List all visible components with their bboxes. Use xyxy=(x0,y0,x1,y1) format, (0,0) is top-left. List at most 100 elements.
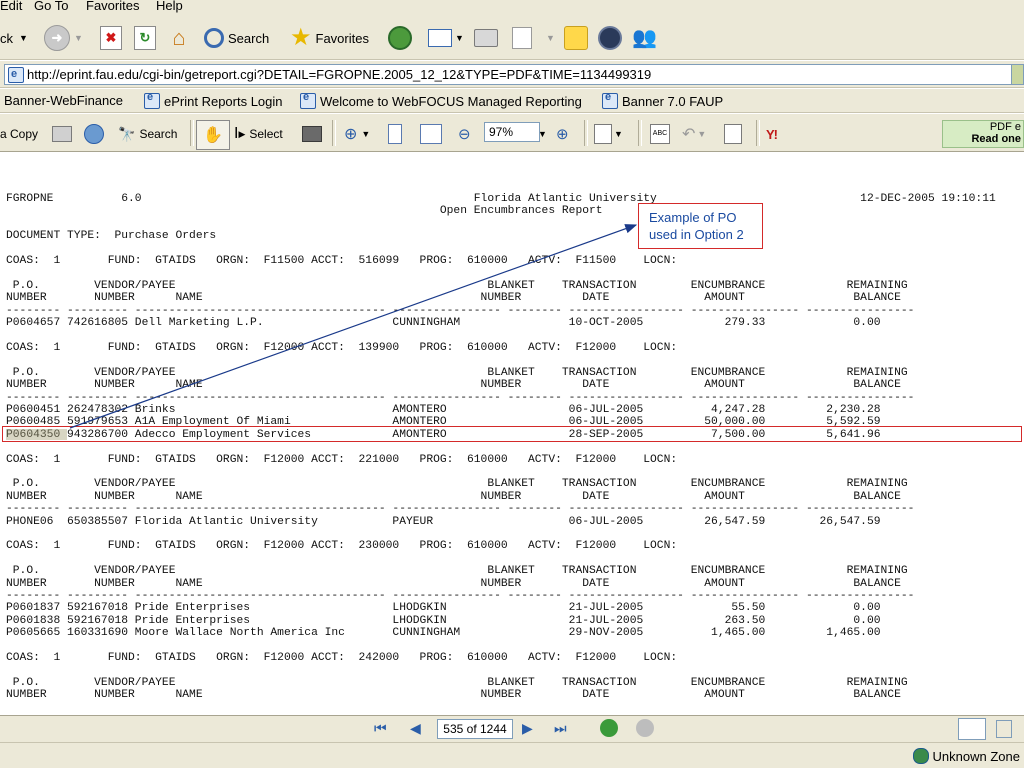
status-bar: Unknown Zone xyxy=(0,742,1024,768)
pdf-search-button[interactable]: 🔭 Search xyxy=(118,122,177,146)
back-button[interactable]: ck ▼ xyxy=(0,22,28,54)
previous-view-icon[interactable] xyxy=(600,719,618,737)
snapshot-button[interactable] xyxy=(302,122,322,146)
zoom-out-button[interactable]: ⊖ xyxy=(458,122,471,146)
page-icon xyxy=(602,91,618,109)
address-input[interactable]: http://eprint.fau.edu/cgi-bin/getreport.… xyxy=(4,64,1012,85)
forward-icon: ➜ xyxy=(44,25,70,51)
menu-bar: Edit Go To Favorites Help xyxy=(0,0,1024,16)
continuous-layout-icon[interactable] xyxy=(996,720,1012,738)
spellcheck-button[interactable]: ABC xyxy=(650,122,670,146)
page-icon xyxy=(144,91,160,109)
magnifier-icon: ⊕ xyxy=(344,126,358,143)
single-page-layout-icon[interactable] xyxy=(958,718,986,740)
page-number-input[interactable]: 535 of 1244 xyxy=(437,719,513,739)
link-eprint-login[interactable]: ePrint Reports Login xyxy=(144,91,283,109)
zoom-value: 97% xyxy=(489,125,514,139)
discuss-button[interactable] xyxy=(564,22,588,54)
zoom-tool-dropdown-icon[interactable]: ▼ xyxy=(361,129,370,139)
print-button[interactable] xyxy=(474,22,498,54)
printer-icon xyxy=(474,29,498,47)
copy-icon xyxy=(724,124,742,144)
search-button[interactable]: Search xyxy=(204,22,269,54)
forward-dropdown-icon[interactable]: ▼ xyxy=(74,33,83,43)
edit-doc-icon xyxy=(512,27,532,49)
select-label: Select xyxy=(249,127,283,141)
previous-page-icon[interactable]: ◀ xyxy=(410,720,421,737)
link-banner-faup[interactable]: Banner 7.0 FAUP xyxy=(602,91,724,109)
mail-dropdown-icon[interactable]: ▼ xyxy=(455,33,464,43)
search-icon xyxy=(204,28,224,48)
home-icon: ⌂ xyxy=(172,25,186,50)
link-webfocus[interactable]: Welcome to WebFOCUS Managed Reporting xyxy=(300,91,582,109)
next-view-icon[interactable] xyxy=(636,719,654,737)
separator xyxy=(584,120,588,146)
favorites-button[interactable]: ★ Favorites xyxy=(290,22,369,54)
ebook-banner[interactable]: PDF e Read one xyxy=(942,120,1024,148)
address-dropdown-icon[interactable] xyxy=(1011,64,1024,85)
rotate-page-icon xyxy=(594,124,612,144)
printer-icon xyxy=(52,126,72,142)
print-button[interactable] xyxy=(52,122,72,146)
ebook-line-1: PDF e xyxy=(989,121,1021,133)
messenger-button[interactable]: 👥 xyxy=(632,22,657,54)
media-button[interactable] xyxy=(388,22,412,54)
callout-text: Example of PO used in Option 2 xyxy=(649,210,744,242)
home-button[interactable]: ⌂ xyxy=(166,22,192,54)
menu-help[interactable]: Help xyxy=(156,0,183,13)
mail-button[interactable]: ▼ xyxy=(428,22,464,54)
separator xyxy=(638,120,642,146)
search-label: Search xyxy=(228,30,270,46)
copy-button[interactable] xyxy=(724,122,742,146)
zoom-out-icon: ⊖ xyxy=(458,126,471,143)
menu-favorites[interactable]: Favorites xyxy=(86,0,139,13)
menu-go-to[interactable]: Go To xyxy=(34,0,68,13)
rotate-button[interactable]: ▼ xyxy=(594,122,623,146)
research-button[interactable] xyxy=(598,22,622,54)
fit-width-button[interactable] xyxy=(420,122,442,146)
zone-label: Unknown Zone xyxy=(932,748,1020,764)
media-icon xyxy=(388,26,412,50)
edit-dropdown-icon[interactable]: ▼ xyxy=(546,33,555,43)
undo-button[interactable]: ↶ ▼ xyxy=(682,122,706,146)
rotate-dropdown-icon[interactable]: ▼ xyxy=(614,129,623,139)
select-tool-button[interactable]: I ▶ Select xyxy=(234,122,283,146)
link-label: Banner 7.0 FAUP xyxy=(622,93,724,109)
fit-page-button[interactable] xyxy=(388,122,402,146)
email-button[interactable] xyxy=(84,122,104,146)
hand-icon: ✋ xyxy=(203,127,223,144)
first-page-icon[interactable]: ⏮ xyxy=(374,720,387,737)
link-banner-webfinance[interactable]: Banner-WebFinance xyxy=(4,93,123,108)
zoom-input[interactable]: 97% xyxy=(484,122,540,142)
fit-width-icon xyxy=(420,124,442,144)
zoom-in-button[interactable]: ⊕ xyxy=(556,122,569,146)
refresh-icon: ↻ xyxy=(134,26,156,50)
spellcheck-icon: ABC xyxy=(650,124,670,144)
refresh-button[interactable]: ↻ xyxy=(134,22,156,54)
separator xyxy=(756,120,760,146)
security-zone: Unknown Zone xyxy=(912,748,1020,764)
yahoo-button[interactable]: Y! xyxy=(766,122,778,146)
edit-button[interactable]: ▼ xyxy=(512,22,555,54)
page-icon xyxy=(300,91,316,109)
binoculars-icon: 🔭 xyxy=(118,125,136,142)
hand-tool-button[interactable]: ✋ xyxy=(196,120,230,150)
pdf-document-view[interactable]: FGROPNE 6.0 Florida Atlantic University … xyxy=(0,153,1024,715)
forward-button[interactable]: ➜ ▼ xyxy=(44,22,83,54)
zoom-in-tool-button[interactable]: ⊕ ▼ xyxy=(344,122,370,146)
link-label: ePrint Reports Login xyxy=(164,93,283,109)
link-label: Banner-WebFinance xyxy=(4,93,123,108)
annotation-callout: Example of PO used in Option 2 xyxy=(638,203,763,249)
save-copy-button[interactable]: a Copy xyxy=(0,122,38,146)
fit-page-icon xyxy=(388,124,402,144)
back-dropdown-icon[interactable]: ▼ xyxy=(19,33,28,43)
stop-button[interactable]: ✖ xyxy=(100,22,122,54)
undo-dropdown-icon[interactable]: ▼ xyxy=(697,129,706,139)
next-page-icon[interactable]: ▶ xyxy=(522,720,533,737)
menu-edit[interactable]: Edit xyxy=(0,0,22,13)
zoom-in-icon: ⊕ xyxy=(556,126,569,143)
last-page-icon[interactable]: ⏭ xyxy=(554,720,567,737)
browser-toolbar: ck ▼ ➜ ▼ ✖ ↻ ⌂ Search ★ Favorites ▼ ▼ � xyxy=(0,16,1024,60)
mail-icon xyxy=(428,29,452,47)
address-url: http://eprint.fau.edu/cgi-bin/getreport.… xyxy=(27,67,652,82)
